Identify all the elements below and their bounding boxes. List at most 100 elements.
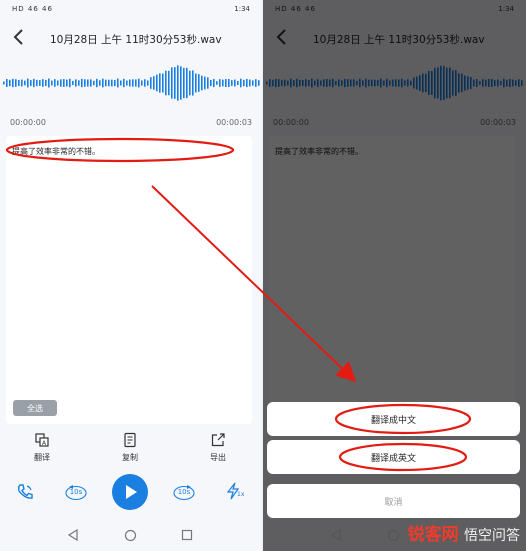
waveform-bar (27, 78, 29, 88)
waveform-bar (174, 67, 176, 99)
waveform[interactable] (0, 56, 262, 110)
waveform-bar (39, 80, 41, 86)
waveform-bar (168, 70, 170, 96)
waveform-bar (54, 79, 56, 87)
translate-to-english-button[interactable]: 翻译成英文 (267, 440, 520, 474)
waveform-bar (186, 67, 188, 99)
waveform-bar (231, 80, 233, 86)
waveform-bar (162, 73, 164, 93)
back-arrow-icon[interactable] (10, 28, 28, 46)
waveform-bar (93, 80, 95, 86)
transcript-text[interactable]: 提高了效率非常的不错。 (12, 146, 100, 157)
waveform-bar (9, 79, 11, 87)
nav-back-icon[interactable] (330, 529, 342, 541)
waveform-bar (132, 79, 134, 87)
waveform-bar (180, 66, 182, 100)
play-icon (126, 485, 137, 499)
forward-label: 10s (177, 488, 191, 496)
timeline: 00:00:00 00:00:03 (10, 118, 252, 127)
time-end: 00:00:03 (216, 118, 252, 127)
waveform-bar (165, 70, 167, 96)
waveform-bar (129, 79, 131, 87)
waveform-bar (69, 78, 71, 88)
waveform-bar (228, 79, 230, 87)
phone-screen-right: HD 46 46 1:34 10月28日 上午 11时30分53秒.wav 00… (263, 0, 526, 551)
waveform-bar (87, 79, 89, 87)
forward-10s-button[interactable]: 10s (172, 483, 196, 501)
export-label: 导出 (210, 453, 226, 462)
waveform-bar (225, 78, 227, 88)
cancel-button[interactable]: 取消 (267, 484, 520, 518)
nav-home-icon[interactable] (387, 529, 400, 542)
rewind-10s-button[interactable]: 10s (64, 483, 88, 501)
waveform-bar (120, 80, 122, 86)
play-button[interactable] (112, 474, 148, 510)
waveform-bar (126, 80, 128, 86)
waveform-bar (177, 65, 179, 101)
waveform-bar (45, 79, 47, 87)
waveform-bar (30, 80, 32, 86)
nav-bar (0, 524, 262, 548)
waveform-bar (141, 80, 143, 86)
speed-button[interactable]: 1x (226, 482, 248, 502)
page-title: 10月28日 上午 11时30分53秒.wav (50, 34, 222, 46)
waveform-bar (33, 78, 35, 88)
nav-recent-icon[interactable] (181, 529, 193, 541)
select-all-button[interactable]: 全选 (13, 400, 57, 416)
header: 10月28日 上午 11时30分53秒.wav (0, 24, 262, 52)
waveform-bar (198, 74, 200, 92)
waveform-bar (258, 80, 260, 86)
waveform-bar (3, 81, 5, 85)
waveform-bar (96, 78, 98, 88)
copy-button[interactable]: 复制 (110, 432, 150, 463)
waveform-bar (243, 79, 245, 87)
translate-button[interactable]: A 翻译 (22, 432, 62, 463)
waveform-bar (246, 78, 248, 88)
export-button[interactable]: 导出 (198, 432, 238, 463)
waveform-bar (213, 78, 215, 88)
toolbar: A 翻译 复制 导出 (0, 432, 262, 470)
waveform-bar (114, 79, 116, 87)
waveform-bar (21, 79, 23, 87)
waveform-bar (207, 77, 209, 89)
waveform-bar (78, 80, 80, 86)
waveform-bar (6, 79, 8, 87)
waveform-bar (24, 80, 26, 86)
waveform-bar (60, 79, 62, 87)
copy-label: 复制 (122, 453, 138, 462)
watermark-brand: 锐客网 (407, 525, 459, 545)
status-indicators: HD 46 46 (12, 5, 53, 13)
waveform-bar (117, 78, 119, 88)
waveform-bar (57, 80, 59, 86)
waveform-bar (99, 80, 101, 86)
export-icon (211, 433, 225, 447)
waveform-bar (234, 79, 236, 87)
copy-icon (124, 432, 136, 448)
waveform-bar (63, 79, 65, 87)
waveform-bar (153, 76, 155, 90)
waveform-bar (222, 79, 224, 87)
waveform-bar (183, 67, 185, 99)
waveform-bar (210, 79, 212, 87)
waveform-bar (36, 79, 38, 87)
waveform-bar (249, 79, 251, 87)
waveform-bar (144, 79, 146, 87)
phone-call-icon[interactable] (16, 483, 34, 501)
waveform-bar (12, 78, 14, 88)
speed-label: 1x (237, 491, 245, 498)
waveform-bar (18, 79, 20, 87)
transcript-card: 提高了效率非常的不错。 全选 (6, 136, 252, 424)
waveform-bar (240, 78, 242, 88)
waveform-bar (195, 73, 197, 93)
waveform-bar (75, 79, 77, 87)
waveform-bar (147, 80, 149, 86)
waveform-bar (189, 70, 191, 96)
nav-back-icon[interactable] (67, 529, 79, 541)
waveform-bar (81, 78, 83, 88)
translate-to-chinese-button[interactable]: 翻译成中文 (267, 402, 520, 436)
waveform-bar (105, 79, 107, 87)
waveform-bar (219, 79, 221, 87)
waveform-bar (111, 79, 113, 87)
nav-home-icon[interactable] (124, 529, 137, 542)
waveform-bar (90, 79, 92, 87)
